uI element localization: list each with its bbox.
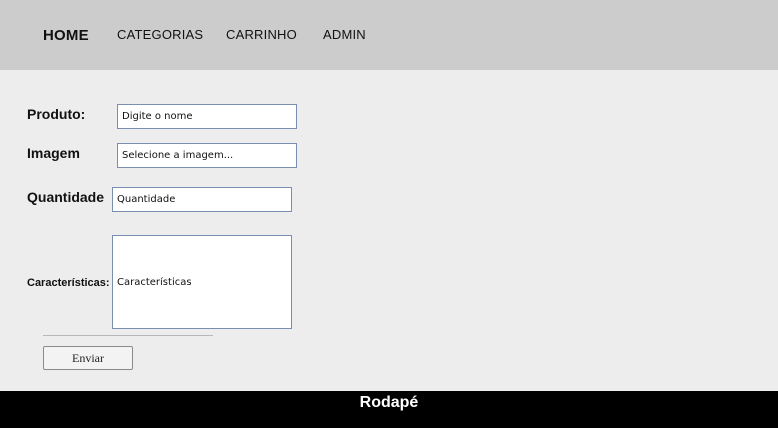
product-label: Produto:: [27, 106, 86, 122]
features-textarea[interactable]: [112, 235, 292, 329]
submit-button[interactable]: Enviar: [43, 346, 133, 370]
nav-home-link[interactable]: HOME: [43, 27, 89, 44]
features-label: Características:: [27, 277, 110, 289]
nav-admin-link[interactable]: ADMIN: [323, 27, 366, 42]
footer: Rodapé: [0, 391, 778, 428]
product-name-input[interactable]: [117, 104, 297, 129]
nav-categories-link[interactable]: CATEGORIAS: [117, 27, 203, 42]
form-divider: [43, 335, 213, 336]
image-label: Imagem: [27, 145, 80, 161]
quantity-label: Quantidade: [27, 189, 105, 205]
top-navbar: HOME CATEGORIAS CARRINHO ADMIN: [0, 0, 778, 70]
footer-text: Rodapé: [359, 394, 419, 411]
quantity-input[interactable]: [112, 187, 292, 212]
nav-cart-link[interactable]: CARRINHO: [226, 27, 297, 42]
image-input[interactable]: [117, 143, 297, 168]
